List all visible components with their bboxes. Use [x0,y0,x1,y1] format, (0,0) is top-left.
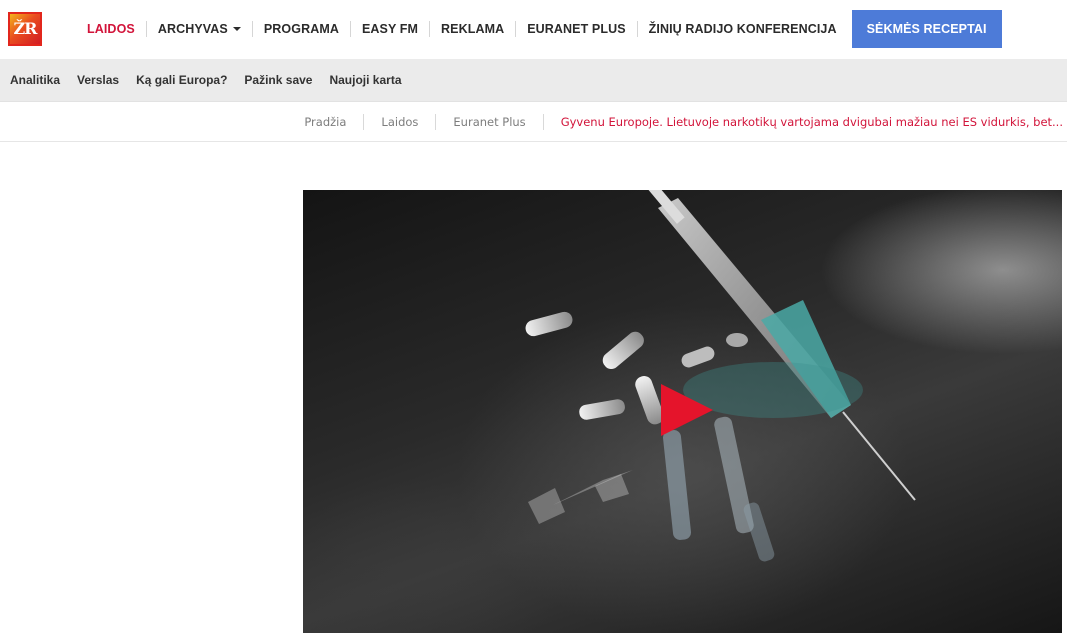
sub-nav: Analitika Verslas Ką gali Europa? Pažink… [0,59,1067,102]
subnav-ka-gali-europa[interactable]: Ką gali Europa? [136,73,227,87]
nav-easy-fm[interactable]: EASY FM [351,10,429,48]
nav-archyvas[interactable]: ARCHYVAS [147,10,252,48]
nav-programa[interactable]: PROGRAMA [253,10,350,48]
breadcrumb: Pradžia Laidos Euranet Plus Gyvenu Europ… [0,102,1067,142]
nav-laidos[interactable]: LAIDOS [76,10,146,48]
video-player[interactable] [303,190,1062,633]
site-header: ŽR LAIDOS ARCHYVAS PROGRAMA EASY FM REKL… [0,0,1067,59]
nav-euranet-plus[interactable]: EURANET PLUS [516,10,636,48]
subnav-verslas[interactable]: Verslas [77,73,119,87]
main-nav: LAIDOS ARCHYVAS PROGRAMA EASY FM REKLAMA… [76,10,1002,48]
site-logo[interactable]: ŽR [8,12,42,46]
breadcrumb-current-article: Gyvenu Europoje. Lietuvoje narkotikų var… [560,114,1063,129]
breadcrumb-pradzia[interactable]: Pradžia [287,115,363,129]
breadcrumb-laidos[interactable]: Laidos [364,115,435,129]
nav-ziniu-radijo-konferencija[interactable]: ŽINIŲ RADIJO KONFERENCIJA [638,10,848,48]
nav-reklama[interactable]: REKLAMA [430,10,515,48]
breadcrumb-euranet-plus[interactable]: Euranet Plus [436,115,542,129]
caret-down-icon [232,27,241,31]
ampoules-image [662,416,775,562]
sekmes-receptai-button[interactable]: SĖKMĖS RECEPTAI [851,10,1002,48]
subnav-analitika[interactable]: Analitika [10,73,60,87]
subnav-pazink-save[interactable]: Pažink save [244,73,312,87]
play-icon[interactable] [661,384,713,436]
subnav-naujoji-karta[interactable]: Naujoji karta [329,73,401,87]
syringe-image [647,190,916,501]
